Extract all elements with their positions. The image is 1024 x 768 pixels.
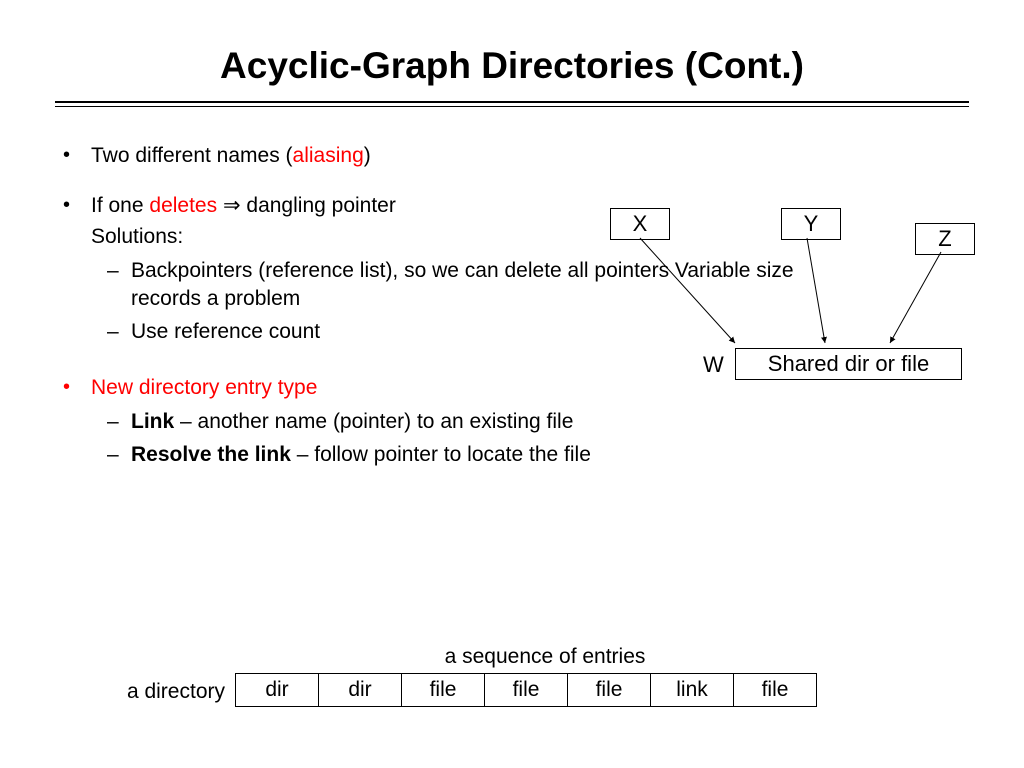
subbullet-link: Link – another name (pointer) to an exis…: [91, 408, 795, 436]
sequence-table: dir dir file file file link file: [235, 673, 817, 707]
seq-cell: dir: [236, 674, 319, 707]
slide-title: Acyclic-Graph Directories (Cont.): [0, 45, 1024, 87]
sequence-caption: a sequence of entries: [255, 645, 835, 669]
title-rule: [55, 101, 969, 107]
text: Two different names (: [91, 144, 293, 167]
subbullet-resolve: Resolve the link – follow pointer to loc…: [91, 441, 795, 469]
sequence-label: a directory: [85, 676, 235, 704]
bullet-aliasing: Two different names (aliasing): [55, 142, 795, 170]
text: If one: [91, 194, 149, 217]
seq-cell: file: [568, 674, 651, 707]
text-deletes: deletes: [149, 194, 217, 217]
sequence-area: a sequence of entries a directory dir di…: [85, 645, 905, 707]
slide: Acyclic-Graph Directories (Cont.) Two di…: [0, 45, 1024, 768]
seq-cell: file: [485, 674, 568, 707]
seq-cell: dir: [319, 674, 402, 707]
text: – another name (pointer) to an existing …: [174, 410, 573, 433]
text: – follow pointer to locate the file: [291, 443, 591, 466]
text-link-bold: Link: [131, 410, 174, 433]
text: dangling pointer: [241, 194, 396, 217]
seq-cell: link: [651, 674, 734, 707]
seq-cell: file: [402, 674, 485, 707]
text-resolve-bold: Resolve the link: [131, 443, 291, 466]
text: ): [364, 144, 371, 167]
diagram: X Y Z Shared dir or file W: [585, 208, 980, 398]
implies-icon: ⇒: [223, 194, 241, 217]
seq-cell: file: [734, 674, 817, 707]
arrows-svg: [585, 208, 980, 398]
text-new-entry: New directory entry type: [91, 376, 317, 399]
text-aliasing: aliasing: [293, 144, 364, 167]
